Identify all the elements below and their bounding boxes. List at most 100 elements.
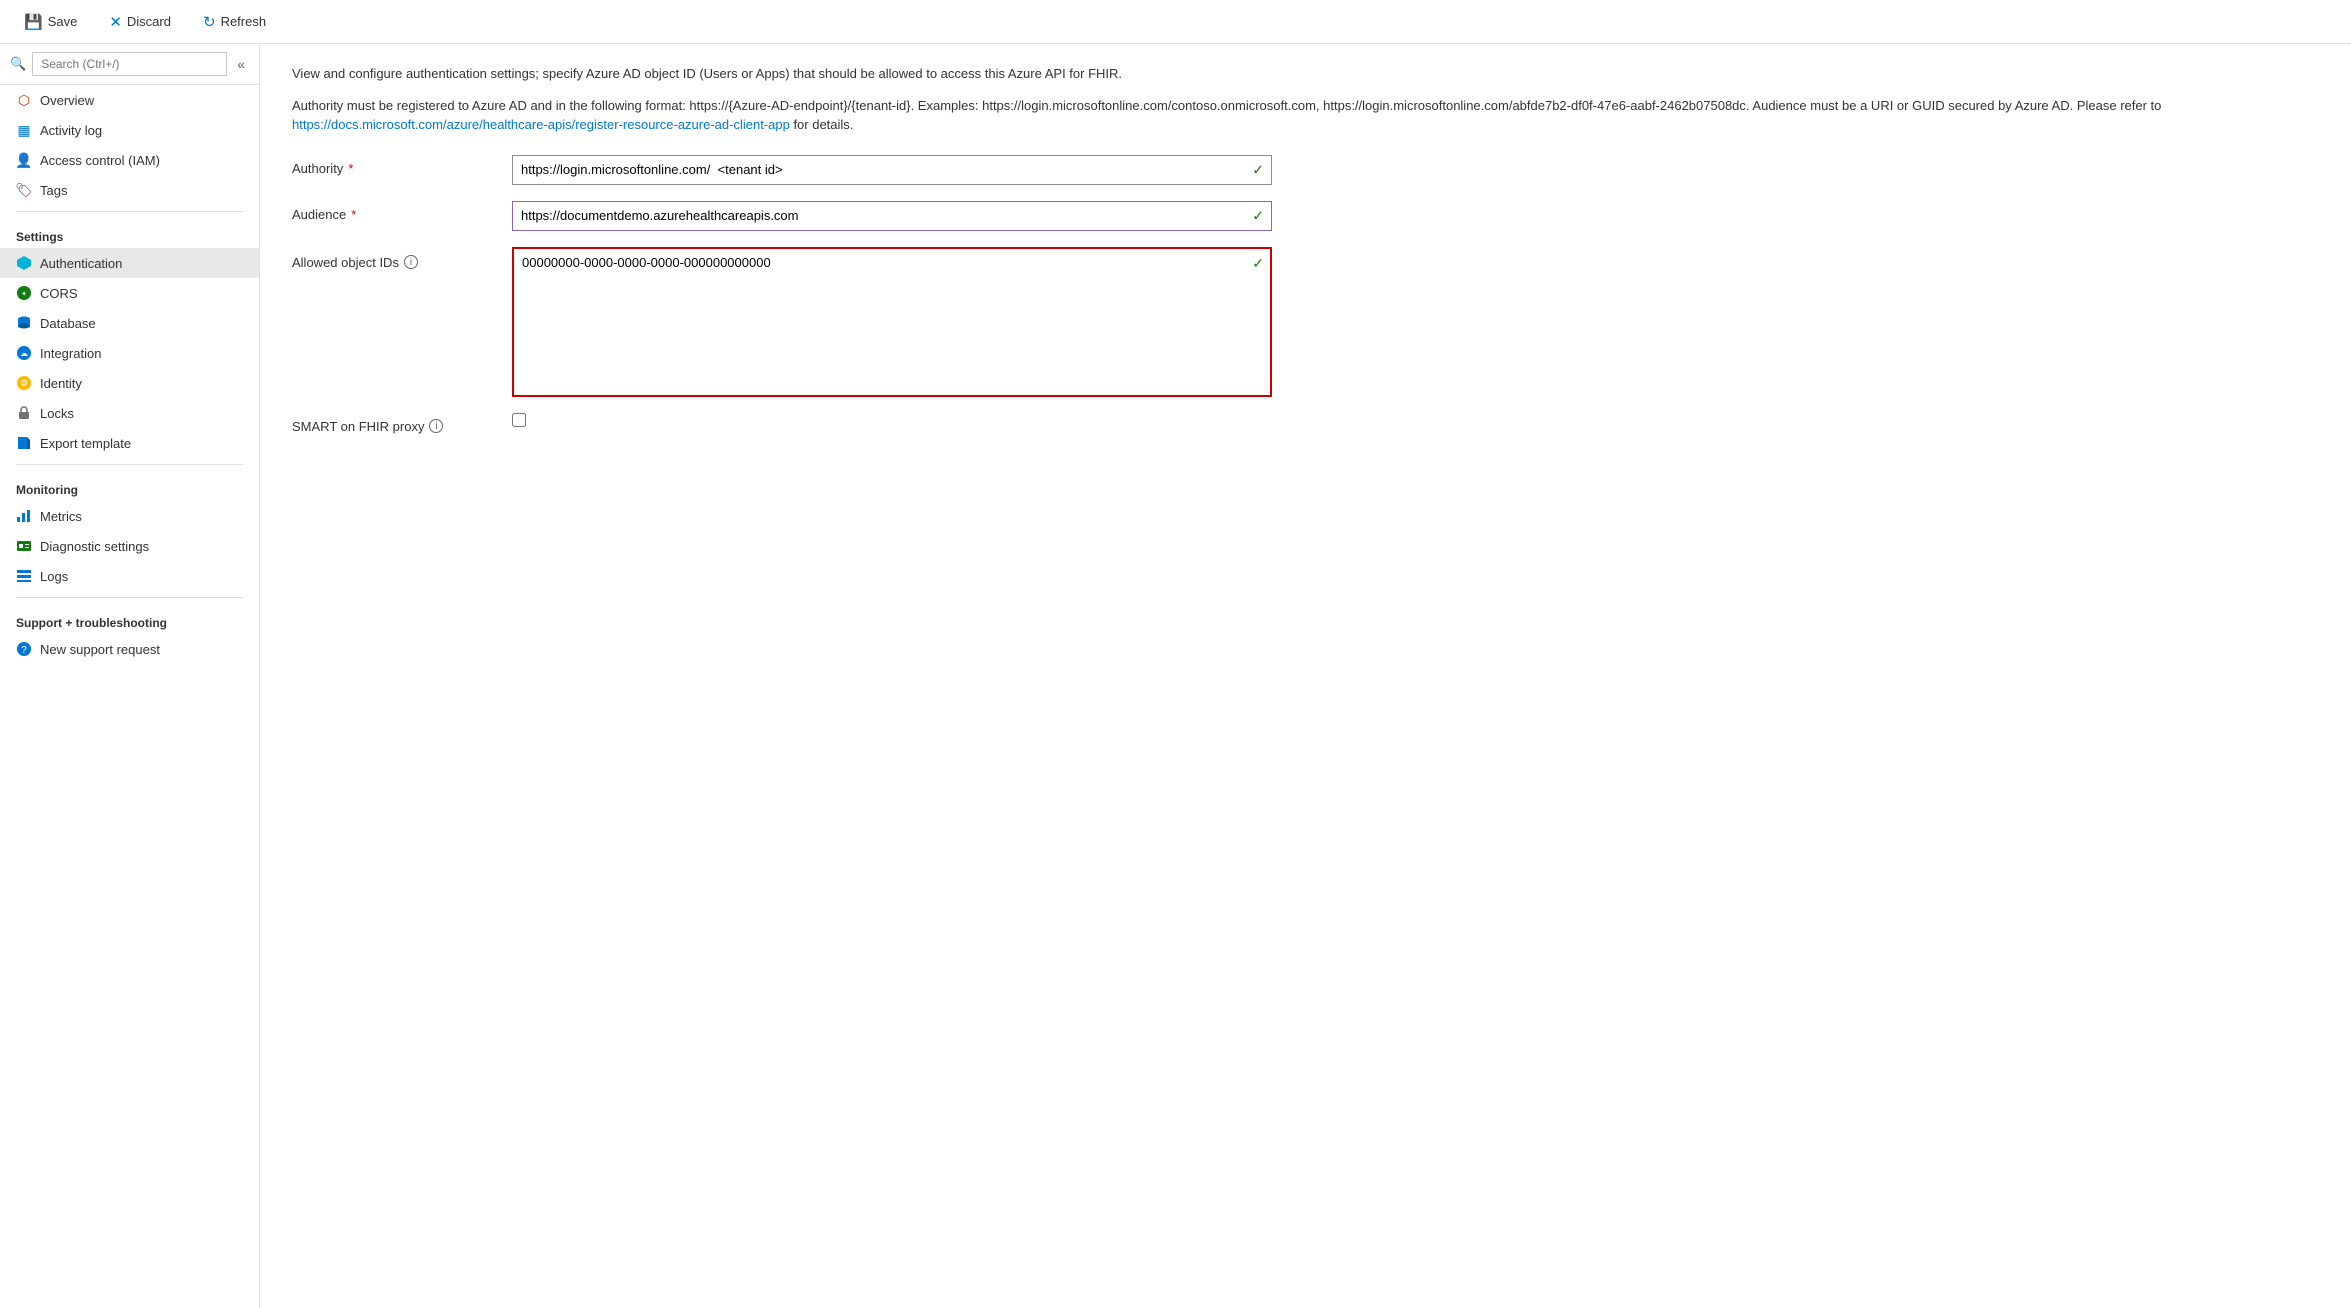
- audience-input[interactable]: [512, 201, 1272, 231]
- smart-fhir-info-icon[interactable]: i: [429, 419, 443, 433]
- audience-check-icon: ✓: [1252, 207, 1264, 224]
- sidebar-item-cors-label: CORS: [40, 286, 78, 301]
- audience-input-wrapper: ✓: [512, 201, 1272, 231]
- sidebar-divider-support: [16, 597, 243, 598]
- authority-input[interactable]: [512, 155, 1272, 185]
- discard-label: Discard: [127, 14, 171, 29]
- sidebar: 🔍 « ⬡ Overview ▦ Activity log 👤 Access c…: [0, 44, 260, 1308]
- sidebar-item-logs-label: Logs: [40, 569, 68, 584]
- integration-icon: ☁: [16, 345, 32, 361]
- sidebar-item-access-control-label: Access control (IAM): [40, 153, 160, 168]
- export-template-icon: [16, 435, 32, 451]
- sidebar-item-access-control[interactable]: 👤 Access control (IAM): [0, 145, 259, 175]
- docs-link[interactable]: https://docs.microsoft.com/azure/healthc…: [292, 117, 790, 132]
- database-icon: [16, 315, 32, 331]
- form-section: Authority * ✓ Audience * ✓: [292, 155, 2319, 434]
- smart-fhir-row: SMART on FHIR proxy i: [292, 413, 2319, 434]
- metrics-icon: [16, 508, 32, 524]
- tags-icon: 🏷: [16, 182, 32, 198]
- sidebar-item-database-label: Database: [40, 316, 96, 331]
- support-section-label: Support + troubleshooting: [0, 604, 259, 634]
- sidebar-item-diagnostic-settings-label: Diagnostic settings: [40, 539, 149, 554]
- sidebar-item-tags[interactable]: 🏷 Tags: [0, 175, 259, 205]
- refresh-icon: ↻: [203, 13, 216, 31]
- discard-icon: ✕: [109, 13, 122, 31]
- toolbar: 💾 Save ✕ Discard ↻ Refresh: [0, 0, 2351, 44]
- support-request-icon: ?: [16, 641, 32, 657]
- allowed-ids-input-wrapper: 00000000-0000-0000-0000-000000000000 ✓: [512, 247, 1272, 397]
- svg-text:?: ?: [21, 645, 27, 656]
- refresh-label: Refresh: [221, 14, 267, 29]
- sidebar-item-identity-label: Identity: [40, 376, 82, 391]
- access-control-icon: 👤: [16, 152, 32, 168]
- sidebar-divider-settings: [16, 211, 243, 212]
- identity-icon: ⚙: [16, 375, 32, 391]
- sidebar-item-overview-label: Overview: [40, 93, 94, 108]
- diagnostic-settings-icon: [16, 538, 32, 554]
- audience-required: *: [351, 207, 356, 222]
- authority-row: Authority * ✓: [292, 155, 2319, 185]
- sidebar-item-metrics-label: Metrics: [40, 509, 82, 524]
- sidebar-item-metrics[interactable]: Metrics: [0, 501, 259, 531]
- smart-fhir-label: SMART on FHIR proxy i: [292, 413, 492, 434]
- cors-icon: ✦: [16, 285, 32, 301]
- svg-text:☁: ☁: [20, 349, 28, 358]
- search-input[interactable]: [32, 52, 227, 76]
- sidebar-item-integration[interactable]: ☁ Integration: [0, 338, 259, 368]
- description-text-2a: Authority must be registered to Azure AD…: [292, 98, 2161, 113]
- allowed-ids-row: Allowed object IDs i 00000000-0000-0000-…: [292, 247, 2319, 397]
- discard-button[interactable]: ✕ Discard: [101, 9, 179, 35]
- activity-log-icon: ▦: [16, 122, 32, 138]
- sidebar-item-database[interactable]: Database: [0, 308, 259, 338]
- main-layout: 🔍 « ⬡ Overview ▦ Activity log 👤 Access c…: [0, 44, 2351, 1308]
- sidebar-item-overview[interactable]: ⬡ Overview: [0, 85, 259, 115]
- sidebar-item-export-template-label: Export template: [40, 436, 131, 451]
- smart-fhir-checkbox[interactable]: [512, 413, 526, 427]
- audience-row: Audience * ✓: [292, 201, 2319, 231]
- sidebar-item-identity[interactable]: ⚙ Identity: [0, 368, 259, 398]
- sidebar-divider-monitoring: [16, 464, 243, 465]
- sidebar-item-activity-log-label: Activity log: [40, 123, 102, 138]
- overview-icon: ⬡: [16, 92, 32, 108]
- description-text-2: Authority must be registered to Azure AD…: [292, 96, 2319, 135]
- refresh-button[interactable]: ↻ Refresh: [195, 9, 274, 35]
- sidebar-item-integration-label: Integration: [40, 346, 101, 361]
- collapse-button[interactable]: «: [233, 54, 249, 74]
- sidebar-item-new-support-request[interactable]: ? New support request: [0, 634, 259, 664]
- sidebar-item-authentication[interactable]: Authentication: [0, 248, 259, 278]
- sidebar-item-tags-label: Tags: [40, 183, 67, 198]
- svg-text:⚙: ⚙: [20, 378, 28, 388]
- search-icon: 🔍: [10, 56, 26, 72]
- sidebar-item-diagnostic-settings[interactable]: Diagnostic settings: [0, 531, 259, 561]
- audience-label: Audience *: [292, 201, 492, 222]
- content-area: View and configure authentication settin…: [260, 44, 2351, 1308]
- settings-section-label: Settings: [0, 218, 259, 248]
- allowed-ids-check-icon: ✓: [1252, 255, 1264, 272]
- logs-icon: [16, 568, 32, 584]
- svg-text:✦: ✦: [21, 290, 27, 298]
- search-bar: 🔍 «: [0, 44, 259, 85]
- sidebar-item-locks-label: Locks: [40, 406, 74, 421]
- description-text-1: View and configure authentication settin…: [292, 64, 2319, 84]
- allowed-ids-info-icon[interactable]: i: [404, 255, 418, 269]
- sidebar-item-export-template[interactable]: Export template: [0, 428, 259, 458]
- save-icon: 💾: [24, 13, 43, 31]
- authority-label: Authority *: [292, 155, 492, 176]
- monitoring-section-label: Monitoring: [0, 471, 259, 501]
- locks-icon: [16, 405, 32, 421]
- authentication-icon: [16, 255, 32, 271]
- sidebar-item-new-support-request-label: New support request: [40, 642, 160, 657]
- allowed-ids-textarea[interactable]: 00000000-0000-0000-0000-000000000000: [512, 247, 1272, 397]
- description-text-2b: for details.: [790, 117, 854, 132]
- authority-required: *: [348, 161, 353, 176]
- authority-check-icon: ✓: [1252, 161, 1264, 178]
- allowed-ids-label: Allowed object IDs i: [292, 247, 492, 270]
- sidebar-item-cors[interactable]: ✦ CORS: [0, 278, 259, 308]
- sidebar-item-activity-log[interactable]: ▦ Activity log: [0, 115, 259, 145]
- save-label: Save: [48, 14, 78, 29]
- sidebar-item-locks[interactable]: Locks: [0, 398, 259, 428]
- smart-fhir-checkbox-wrapper: [512, 413, 1272, 427]
- save-button[interactable]: 💾 Save: [16, 9, 85, 35]
- sidebar-item-logs[interactable]: Logs: [0, 561, 259, 591]
- sidebar-item-authentication-label: Authentication: [40, 256, 122, 271]
